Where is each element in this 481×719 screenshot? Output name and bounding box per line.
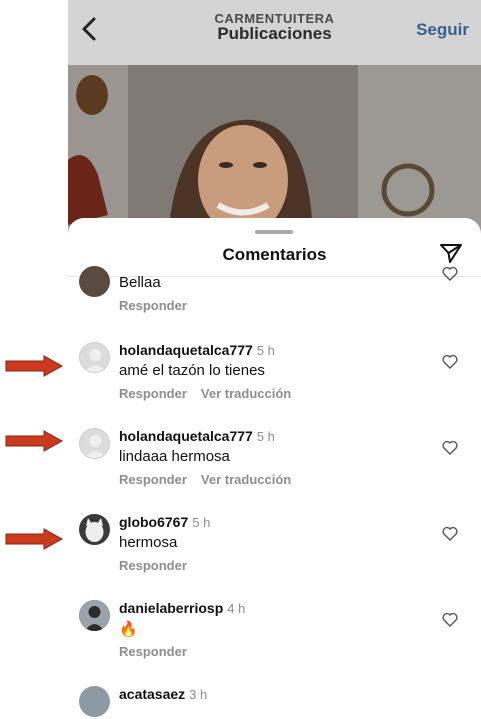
avatar[interactable] [79,428,110,459]
avatar[interactable] [79,600,110,631]
comments-sheet: Comentarios Bellaa Responder holandaquet… [68,218,481,719]
username[interactable]: holandaquetalca777 [119,428,253,444]
reply-button[interactable]: Responder [119,298,187,313]
avatar[interactable] [79,686,110,717]
timestamp: 3 h [189,687,208,702]
comment-item: holandaquetalca777 5 h amé el tazón lo ti… [68,342,481,406]
reply-button[interactable]: Responder [119,558,187,573]
comment-item: Bellaa Responder [68,266,481,318]
comment-text: lindaaa hermosa [119,448,230,465]
username[interactable]: holandaquetalca777 [119,342,253,358]
heart-icon[interactable] [442,612,458,627]
comment-actions: Responder [119,298,187,313]
follow-button[interactable]: Seguir [416,20,469,40]
paper-plane-icon [440,244,462,263]
comment-meta: holandaquetalca777 5 h [119,342,275,358]
comment-meta: danielaberriosp 4 h [119,600,245,616]
cat-avatar-image [85,518,104,542]
comment-item: acatasaez 3 h [68,686,481,719]
comment-item: globo6767 5 h hermosa Responder [68,514,481,578]
see-translation-button[interactable]: Ver traducción [201,472,291,487]
timestamp: 5 h [256,343,275,358]
person-avatar-image [79,600,110,631]
default-avatar-icon [84,435,107,458]
heart-icon[interactable] [442,266,458,281]
default-avatar-icon [84,349,107,372]
avatar[interactable] [79,514,110,545]
post-photo-image [68,65,481,235]
reply-button[interactable]: Responder [119,644,187,659]
reply-button[interactable]: Responder [119,386,187,401]
comment-meta: acatasaez 3 h [119,686,207,702]
reply-button[interactable]: Responder [119,472,187,487]
comment-actions: Responder Ver traducción [119,472,291,487]
phone-screen: CARMENTUITERA Publicaciones Seguir Comen… [68,0,481,719]
comment-actions: Responder Ver traducción [119,386,291,401]
comment-text: hermosa [119,534,178,551]
username[interactable]: acatasaez [119,686,185,702]
heart-icon[interactable] [442,354,458,369]
timestamp: 5 h [192,515,211,530]
see-translation-button[interactable]: Ver traducción [201,386,291,401]
annotation-arrow-icon [5,355,64,377]
comment-text: Bellaa [119,274,161,291]
comment-meta: holandaquetalca777 5 h [119,428,275,444]
username[interactable]: danielaberriosp [119,600,223,616]
comment-text: amé el tazón lo tienes [119,362,265,379]
comment-actions: Responder [119,558,187,573]
share-button[interactable] [439,242,463,264]
timestamp: 4 h [227,601,246,616]
avatar[interactable] [79,342,110,373]
comment-item: holandaquetalca777 5 h lindaaa hermosa Re… [68,428,481,492]
comment-item: danielaberriosp 4 h 🔥 Responder [68,600,481,664]
username[interactable]: globo6767 [119,514,188,530]
sheet-drag-handle[interactable] [255,230,293,234]
annotation-arrow-icon [5,430,64,452]
heart-icon[interactable] [442,440,458,455]
timestamp: 5 h [256,429,275,444]
comment-meta: globo6767 5 h [119,514,210,530]
sheet-title: Comentarios [222,245,327,264]
comment-actions: Responder [119,644,187,659]
comment-text: 🔥 [119,621,138,638]
post-photo [68,65,481,235]
heart-icon[interactable] [442,526,458,541]
avatar[interactable] [79,266,110,297]
top-navigation-bar: CARMENTUITERA Publicaciones Seguir [68,0,481,65]
annotation-arrow-icon [5,528,64,550]
